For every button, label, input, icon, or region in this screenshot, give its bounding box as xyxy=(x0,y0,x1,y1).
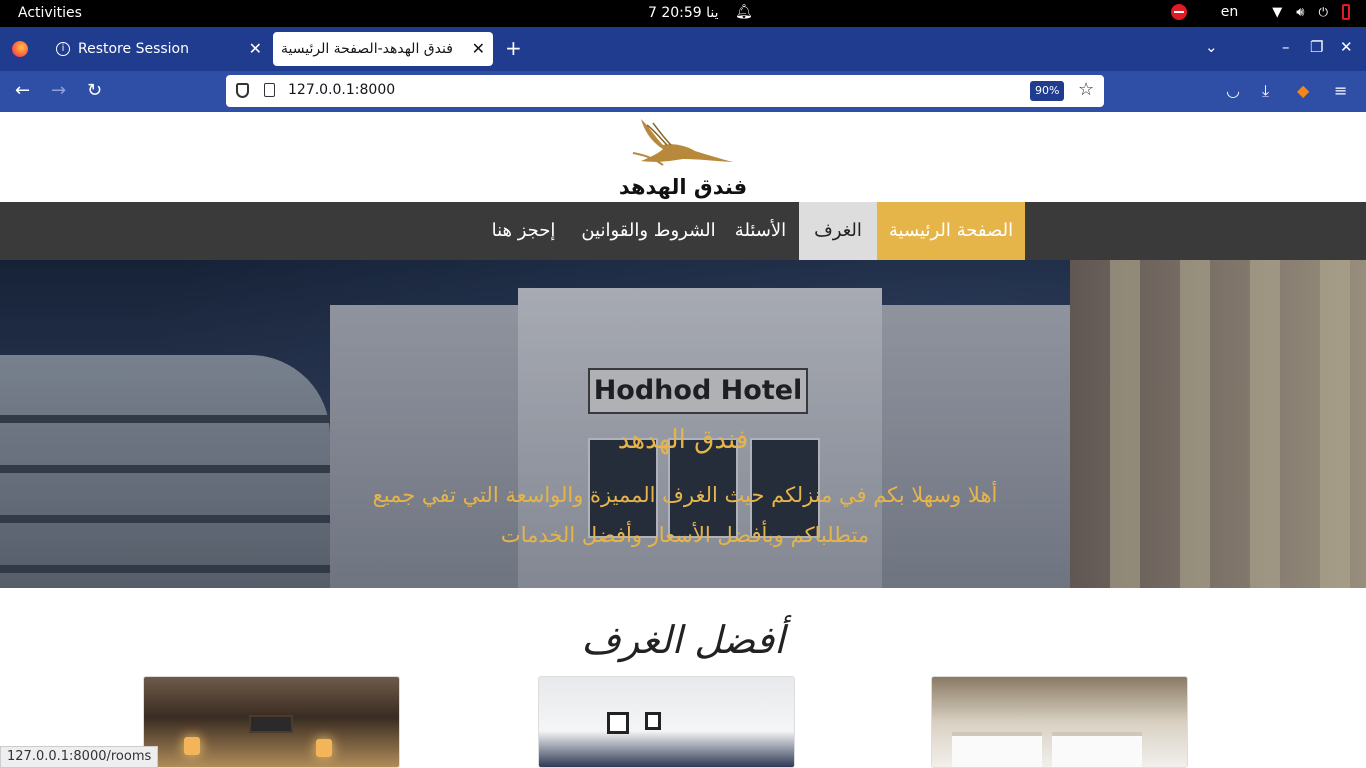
tracking-protection-shield-icon[interactable] xyxy=(236,83,249,98)
new-tab-button[interactable]: + xyxy=(505,36,522,60)
hoopoe-bird-logo[interactable] xyxy=(593,115,741,170)
system-tray[interactable]: en ▼ 🔊︎ ⏻ xyxy=(1170,4,1350,20)
nav-item-home[interactable]: الصفحة الرئيسية xyxy=(877,202,1025,260)
volume-icon: 🔊︎ xyxy=(1296,4,1305,20)
system-clock[interactable]: 7 ‏ينا 20:59 xyxy=(648,5,719,21)
metamask-extension-icon[interactable]: ◆ xyxy=(1297,81,1309,100)
nav-item-book-here[interactable]: إحجز هنا xyxy=(472,202,575,260)
close-window-button[interactable]: ✕ xyxy=(1340,38,1353,56)
room-card[interactable] xyxy=(143,676,400,768)
close-tab-icon[interactable]: ✕ xyxy=(249,39,262,58)
tab-hotel-home[interactable]: فندق الهدهد-الصفحة الرئيسية ✕ xyxy=(273,32,493,66)
back-button[interactable]: ← xyxy=(15,80,30,101)
reload-button[interactable]: ↻ xyxy=(87,80,102,101)
lamp-image xyxy=(316,739,332,757)
site-brand-name: فندق الهدهد xyxy=(618,175,748,199)
firefox-logo-icon[interactable] xyxy=(12,41,28,57)
pocket-icon[interactable]: ◡ xyxy=(1226,81,1240,100)
url-text[interactable]: 127.0.0.1:8000 xyxy=(288,82,395,98)
nav-item-rooms[interactable]: الغرف xyxy=(799,202,877,260)
tab-restore-session[interactable]: i Restore Session ✕ xyxy=(44,32,270,66)
downloads-icon[interactable]: ⤓ xyxy=(1262,81,1269,101)
notification-bell-icon[interactable]: 🔔︎ xyxy=(735,4,753,20)
wifi-icon: ▼ xyxy=(1272,4,1283,20)
list-all-tabs-icon[interactable]: ⌄ xyxy=(1205,38,1218,56)
site-main-nav: الصفحة الرئيسية الغرف الأسئلة الشروط وال… xyxy=(0,202,1366,260)
power-icon: ⏻ xyxy=(1318,4,1329,19)
bed-image xyxy=(1052,732,1142,767)
picture-frame-image xyxy=(607,712,629,734)
room-card[interactable] xyxy=(538,676,795,768)
bookmark-star-icon[interactable]: ☆ xyxy=(1078,79,1094,100)
tab-title: فندق الهدهد-الصفحة الرئيسية xyxy=(281,41,453,57)
bed-image xyxy=(952,732,1042,767)
page-info-icon[interactable] xyxy=(264,83,275,97)
hero-subtitle: أهلا وسهلا بكم في منزلكم حيث الغرف الممي… xyxy=(372,483,998,547)
nav-item-terms[interactable]: الشروط والقوانين xyxy=(575,202,722,260)
browser-tab-strip: i Restore Session ✕ فندق الهدهد-الصفحة ا… xyxy=(0,27,1366,71)
hero-banner: Hodhod Hotel فندق الهدهد أهلا وسهلا بكم … xyxy=(0,260,1366,588)
menu-hamburger-icon[interactable]: ≡ xyxy=(1334,81,1347,100)
address-bar[interactable]: 127.0.0.1:8000 90% ☆ xyxy=(226,75,1104,107)
info-icon: i xyxy=(56,42,70,56)
maximize-window-button[interactable]: ❐ xyxy=(1310,38,1323,56)
link-status-bar: 127.0.0.1:8000/rooms xyxy=(0,746,159,768)
tab-title: Restore Session xyxy=(78,41,189,57)
picture-frame-image xyxy=(645,712,661,730)
nav-item-faq[interactable]: الأسئلة xyxy=(722,202,799,260)
zoom-level-badge[interactable]: 90% xyxy=(1030,81,1065,101)
best-rooms-heading: أفضل الغرف xyxy=(581,618,785,662)
minimize-window-button[interactable]: – xyxy=(1282,38,1290,56)
site-header: فندق الهدهد xyxy=(0,112,1366,202)
keyboard-language-indicator[interactable]: en xyxy=(1221,4,1239,20)
browser-nav-bar: ← → ↻ 127.0.0.1:8000 90% ☆ ◡ ⤓ ◆ ≡ xyxy=(0,71,1366,112)
room-card[interactable] xyxy=(931,676,1188,768)
forward-button[interactable]: → xyxy=(51,80,66,101)
wall-art-image xyxy=(249,715,293,733)
lamp-image xyxy=(184,737,200,755)
do-not-disturb-icon xyxy=(1170,4,1187,20)
close-tab-icon[interactable]: ✕ xyxy=(472,39,485,58)
activities-button[interactable]: Activities xyxy=(18,5,82,21)
system-top-bar: Activities 7 ‏ينا 20:59 🔔︎ en ▼ 🔊︎ ⏻ xyxy=(0,0,1366,27)
battery-icon xyxy=(1342,4,1350,20)
hero-title: فندق الهدهد xyxy=(617,425,749,455)
